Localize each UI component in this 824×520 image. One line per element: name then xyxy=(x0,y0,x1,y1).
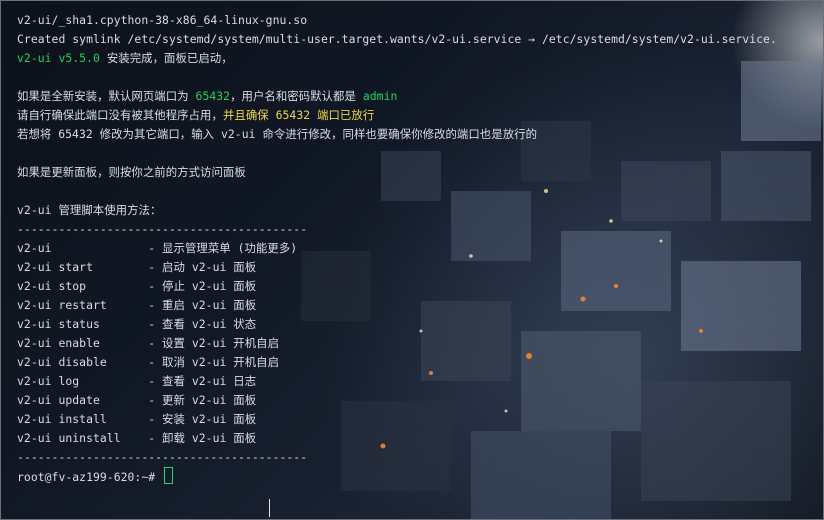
shell-prompt-line: root@fv-az199-620:~# xyxy=(17,467,813,486)
terminal-text-segment: v2-ui enable - 设置 v2-ui 开机自启 xyxy=(17,336,280,350)
terminal-line: 请自行确保此端口没有被其他程序占用，并且确保 65432 端口已放行 xyxy=(17,106,813,125)
terminal-line: v2-ui 管理脚本使用方法： xyxy=(17,201,813,220)
terminal-text-segment: v2-ui update - 更新 v2-ui 面板 xyxy=(17,393,257,407)
terminal-line: ----------------------------------------… xyxy=(17,220,813,239)
terminal-text-segment: v2-ui install - 安装 v2-ui 面板 xyxy=(17,412,257,426)
terminal-output: v2-ui/_sha1.cpython-38-x86_64-linux-gnu.… xyxy=(17,11,813,486)
terminal-text-segment: 若想将 65432 修改为其它端口，输入 v2-ui 命令进行修改，同样也要确保… xyxy=(17,127,538,141)
terminal-text-segment: v2-ui v5.5.0 xyxy=(17,51,100,65)
terminal-line: v2-ui restart - 重启 v2-ui 面板 xyxy=(17,296,813,315)
terminal-line: v2-ui start - 启动 v2-ui 面板 xyxy=(17,258,813,277)
terminal-line: ----------------------------------------… xyxy=(17,448,813,467)
terminal-text-segment: v2-ui uninstall - 卸载 v2-ui 面板 xyxy=(17,431,257,445)
terminal-line: v2-ui uninstall - 卸载 v2-ui 面板 xyxy=(17,429,813,448)
terminal-text-segment: root@fv-az199-620:~# xyxy=(17,470,163,484)
terminal-line: Created symlink /etc/systemd/system/mult… xyxy=(17,30,813,49)
terminal-text-segment: admin xyxy=(362,89,398,103)
terminal-line: v2-ui - 显示管理菜单 (功能更多) xyxy=(17,239,813,258)
terminal-line: v2-ui status - 查看 v2-ui 状态 xyxy=(17,315,813,334)
terminal-line: v2-ui stop - 停止 v2-ui 面板 xyxy=(17,277,813,296)
terminal-line: v2-ui install - 安装 v2-ui 面板 xyxy=(17,410,813,429)
text-caret xyxy=(269,499,270,517)
terminal-text-segment: ----------------------------------------… xyxy=(17,450,308,464)
terminal-text-segment: 并且确保 65432 端口已放行 xyxy=(222,108,375,122)
terminal-line: v2-ui/_sha1.cpython-38-x86_64-linux-gnu.… xyxy=(17,11,813,30)
terminal-text-segment: 请自行确保此端口没有被其他程序占用， xyxy=(17,108,223,122)
terminal-text-segment: ----------------------------------------… xyxy=(17,222,308,236)
terminal-text-segment: v2-ui 管理脚本使用方法： xyxy=(17,203,162,217)
terminal-line: v2-ui disable - 取消 v2-ui 开机自启 xyxy=(17,353,813,372)
terminal-text-segment: v2-ui restart - 重启 v2-ui 面板 xyxy=(17,298,257,312)
terminal-window[interactable]: v2-ui/_sha1.cpython-38-x86_64-linux-gnu.… xyxy=(0,0,824,520)
terminal-line: v2-ui log - 查看 v2-ui 日志 xyxy=(17,372,813,391)
terminal-text-segment: v2-ui log - 查看 v2-ui 日志 xyxy=(17,374,257,388)
terminal-line: v2-ui enable - 设置 v2-ui 开机自启 xyxy=(17,334,813,353)
terminal-text-segment: v2-ui disable - 取消 v2-ui 开机自启 xyxy=(17,355,280,369)
terminal-line: 如果是更新面板，则按你之前的方式访问面板 xyxy=(17,163,813,182)
terminal-text-segment: Created symlink /etc/systemd/system/mult… xyxy=(17,32,777,46)
terminal-line: v2-ui v5.5.0 安装完成，面板已启动， xyxy=(17,49,813,68)
terminal-text-segment: v2-ui status - 查看 v2-ui 状态 xyxy=(17,317,257,331)
terminal-line: 如果是全新安装，默认网页端口为 65432，用户名和密码默认都是 admin xyxy=(17,87,813,106)
terminal-text-segment: v2-ui - 显示管理菜单 (功能更多) xyxy=(17,241,298,255)
terminal-text-segment: v2-ui stop - 停止 v2-ui 面板 xyxy=(17,279,257,293)
terminal-line: v2-ui update - 更新 v2-ui 面板 xyxy=(17,391,813,410)
terminal-text-segment: 65432 xyxy=(195,89,231,103)
terminal-text-segment: 安装完成，面板已启动， xyxy=(99,51,233,65)
terminal-line: 若想将 65432 修改为其它端口，输入 v2-ui 命令进行修改，同样也要确保… xyxy=(17,125,813,144)
terminal-text-segment: v2-ui start - 启动 v2-ui 面板 xyxy=(17,260,257,274)
terminal-text-segment: ，用户名和密码默认都是 xyxy=(230,89,363,103)
terminal-text-segment: 如果是更新面板，则按你之前的方式访问面板 xyxy=(17,165,246,179)
terminal-text-segment: v2-ui/_sha1.cpython-38-x86_64-linux-gnu.… xyxy=(17,13,308,27)
terminal-text-segment: 如果是全新安装，默认网页端口为 xyxy=(17,89,196,103)
terminal-cursor xyxy=(164,467,174,484)
